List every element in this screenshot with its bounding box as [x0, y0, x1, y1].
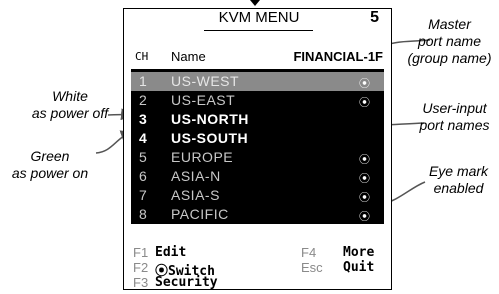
- eye-icon: ⦿: [359, 78, 370, 90]
- port-name: US-NORTH: [171, 111, 249, 127]
- port-row[interactable]: 3 US-NORTH: [131, 110, 384, 129]
- port-row[interactable]: 7 ASIA-S ⦿: [131, 186, 384, 205]
- header-ch: CH: [135, 50, 149, 63]
- port-number: 4: [139, 130, 147, 146]
- port-row[interactable]: 2 US-EAST ⦿: [131, 91, 384, 110]
- f1-key: F1: [133, 245, 149, 260]
- top-arrow: [250, 0, 260, 6]
- note-white-power-off: White as power off: [31, 88, 109, 121]
- master-group-name: FINANCIAL-1F: [293, 49, 383, 64]
- page-number: 5: [370, 9, 379, 26]
- port-number: 2: [139, 92, 147, 108]
- f3-key: F3: [133, 275, 149, 290]
- eye-icon: ⦿: [359, 211, 370, 223]
- f3-security-action[interactable]: Security: [155, 275, 218, 290]
- port-row[interactable]: 6 ASIA-N ⦿: [131, 167, 384, 186]
- title-underline: [204, 30, 313, 31]
- eye-icon: ⦿: [359, 192, 370, 204]
- port-number: 7: [139, 187, 147, 203]
- port-row[interactable]: 5 EUROPE ⦿: [131, 148, 384, 167]
- port-name: EUROPE: [171, 149, 234, 165]
- port-number: 1: [139, 73, 147, 89]
- note-master-port-name: Master port name (group name): [407, 16, 492, 66]
- eye-icon: ⦿: [359, 173, 370, 185]
- port-row[interactable]: 8 PACIFIC ⦿: [131, 205, 384, 224]
- menu-title: KVM MENU: [218, 9, 300, 26]
- eye-icon: ⦿: [359, 97, 370, 109]
- note-eye-mark-enabled: Eye mark enabled: [428, 163, 489, 196]
- port-name: US-EAST: [171, 92, 236, 108]
- port-number: 6: [139, 168, 147, 184]
- f4-more-action[interactable]: More: [343, 245, 374, 260]
- port-row[interactable]: 1 US-WEST ⦿: [131, 72, 384, 91]
- esc-key: Esc: [301, 260, 323, 275]
- port-name: US-WEST: [171, 73, 240, 89]
- f1-edit-action[interactable]: Edit: [155, 245, 186, 260]
- note-user-input-port-names: User-input port names: [419, 100, 490, 133]
- esc-quit-action[interactable]: Quit: [343, 260, 374, 275]
- port-list: 1 US-WEST ⦿ 2 US-EAST ⦿ 3 US-NORTH 4 US-…: [131, 69, 384, 224]
- eye-icon: ⦿: [359, 154, 370, 166]
- note-green-power-on: Green as power on: [11, 148, 89, 181]
- f2-key: F2: [133, 260, 149, 275]
- port-number: 3: [139, 111, 147, 127]
- port-name: ASIA-S: [171, 187, 220, 203]
- kvm-menu-window: KVM MENU 5 CH Name FINANCIAL-1F 1 US-WES…: [123, 8, 392, 290]
- port-row[interactable]: 4 US-SOUTH: [131, 129, 384, 148]
- f4-key: F4: [301, 245, 317, 260]
- port-name: ASIA-N: [171, 168, 221, 184]
- port-name: PACIFIC: [171, 206, 229, 222]
- port-number: 5: [139, 149, 147, 165]
- port-number: 8: [139, 206, 147, 222]
- port-name: US-SOUTH: [171, 130, 249, 146]
- header-name: Name: [171, 49, 206, 64]
